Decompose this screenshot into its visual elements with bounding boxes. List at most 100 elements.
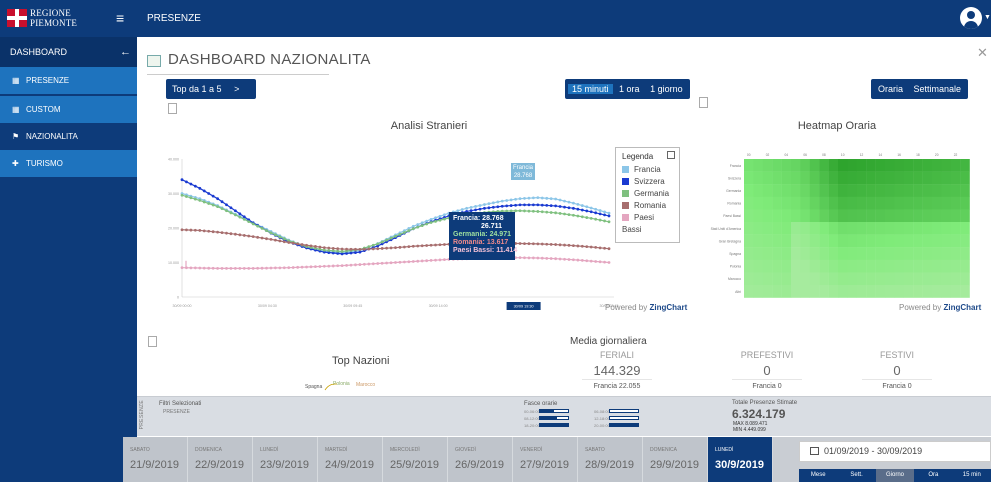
series-point[interactable] — [527, 203, 531, 207]
series-point[interactable] — [242, 217, 246, 221]
heatmap-cell[interactable] — [828, 247, 839, 260]
series-point[interactable] — [563, 243, 566, 247]
series-point[interactable] — [603, 210, 606, 214]
series-point[interactable] — [291, 241, 295, 245]
series-point[interactable] — [225, 203, 228, 207]
date-cell[interactable]: LUNEDÌ 30/9/2019 — [708, 437, 773, 482]
heatmap-cell[interactable] — [828, 159, 839, 172]
series-point[interactable] — [220, 200, 224, 204]
series-point[interactable] — [229, 232, 233, 236]
heatmap-cell[interactable] — [847, 234, 857, 248]
series-point[interactable] — [545, 204, 549, 207]
series-point[interactable] — [238, 266, 242, 270]
heatmap-cell[interactable] — [903, 171, 914, 185]
series-point[interactable] — [429, 243, 433, 247]
series-point[interactable] — [371, 247, 375, 251]
series-point[interactable] — [545, 256, 549, 260]
heatmap-cell[interactable] — [762, 222, 773, 235]
heatmap-cell[interactable] — [913, 209, 923, 223]
series-point[interactable] — [434, 243, 437, 247]
series-point[interactable] — [349, 251, 353, 255]
time-1d-button[interactable]: 1 giorno — [650, 84, 683, 94]
heatmap-cell[interactable] — [856, 272, 867, 286]
heatmap-cell[interactable] — [856, 209, 867, 223]
heatmap-cell[interactable] — [922, 259, 933, 273]
series-point[interactable] — [376, 242, 380, 246]
heatmap-cell[interactable] — [838, 222, 848, 235]
series-point[interactable] — [247, 234, 251, 238]
heatmap-cell[interactable] — [744, 222, 754, 235]
series-point[interactable] — [202, 266, 206, 270]
series-point[interactable] — [225, 231, 228, 235]
heatmap-cell[interactable] — [875, 234, 886, 248]
heatmap-cell[interactable] — [941, 247, 951, 260]
heatmap-cell[interactable] — [903, 285, 914, 298]
heatmap-cell[interactable] — [903, 196, 914, 210]
series-point[interactable] — [527, 209, 531, 213]
heatmap-cell[interactable] — [960, 171, 970, 185]
heatmap-cell[interactable] — [885, 184, 895, 197]
line-chart[interactable]: 40.000 30.000 20.000 10.000 0 30/09 00:00 30/0… — [164, 147, 689, 322]
heatmap-cell[interactable] — [847, 285, 857, 298]
series-point[interactable] — [549, 197, 553, 201]
series-point[interactable] — [327, 246, 331, 250]
heatmap-cell[interactable] — [941, 196, 951, 210]
heatmap-cell[interactable] — [885, 272, 895, 286]
series-point[interactable] — [549, 211, 553, 214]
heatmap-cell[interactable] — [809, 272, 820, 286]
series-point[interactable] — [576, 244, 580, 248]
series-point[interactable] — [434, 258, 437, 262]
heatmap-cell[interactable] — [800, 247, 810, 260]
heatmap-cell[interactable] — [791, 247, 801, 260]
sidebar-dashboard[interactable]: DASHBOARD ← — [0, 37, 137, 67]
series-point[interactable] — [443, 213, 446, 217]
heatmap-cell[interactable] — [875, 184, 886, 197]
series-point[interactable] — [536, 196, 540, 200]
series-point[interactable] — [207, 266, 211, 270]
series-point[interactable] — [233, 209, 237, 213]
heatmap-cell[interactable] — [791, 171, 801, 185]
series-point[interactable] — [331, 246, 335, 250]
series-point[interactable] — [269, 266, 273, 270]
expand-icon[interactable] — [667, 151, 675, 159]
series-point[interactable] — [438, 218, 442, 222]
heatmap-cell[interactable] — [856, 196, 867, 210]
heatmap-cell[interactable] — [800, 159, 810, 172]
series-point[interactable] — [509, 204, 513, 207]
series-point[interactable] — [607, 261, 611, 264]
heatmap-cell[interactable] — [856, 184, 867, 197]
series-point[interactable] — [514, 203, 517, 207]
series-point[interactable] — [265, 229, 268, 232]
heatmap-cell[interactable] — [894, 222, 904, 235]
series-point[interactable] — [269, 231, 273, 235]
heatmap-cell[interactable] — [781, 272, 792, 286]
heatmap-cell[interactable] — [847, 222, 857, 235]
heatmap-cell[interactable] — [922, 171, 933, 185]
heatmap-cell[interactable] — [950, 184, 961, 197]
heatmap-cell[interactable] — [762, 209, 773, 223]
heatmap-cell[interactable] — [894, 209, 904, 223]
series-point[interactable] — [416, 244, 420, 248]
heatmap-cell[interactable] — [828, 184, 839, 197]
series-point[interactable] — [491, 201, 495, 205]
range-button[interactable]: Giorno — [875, 469, 915, 482]
series-point[interactable] — [420, 221, 424, 225]
series-point[interactable] — [389, 261, 393, 265]
series-point[interactable] — [514, 197, 517, 201]
heatmap-cell[interactable] — [950, 234, 961, 248]
series-point[interactable] — [523, 197, 526, 200]
series-point[interactable] — [358, 263, 362, 266]
date-cell[interactable]: LUNEDÌ 23/9/2019 — [253, 437, 318, 482]
heatmap-cell[interactable] — [922, 247, 933, 260]
heatmap-cell[interactable] — [762, 272, 773, 286]
heatmap-cell[interactable] — [791, 209, 801, 223]
series-point[interactable] — [460, 208, 464, 211]
heatmap-cell[interactable] — [847, 259, 857, 273]
heatmap-cell[interactable] — [744, 184, 754, 197]
series-point[interactable] — [572, 213, 575, 217]
series-point[interactable] — [558, 212, 562, 215]
series-point[interactable] — [594, 207, 598, 211]
series-point[interactable] — [518, 256, 522, 260]
series-point[interactable] — [603, 219, 606, 223]
series-point[interactable] — [380, 261, 384, 265]
